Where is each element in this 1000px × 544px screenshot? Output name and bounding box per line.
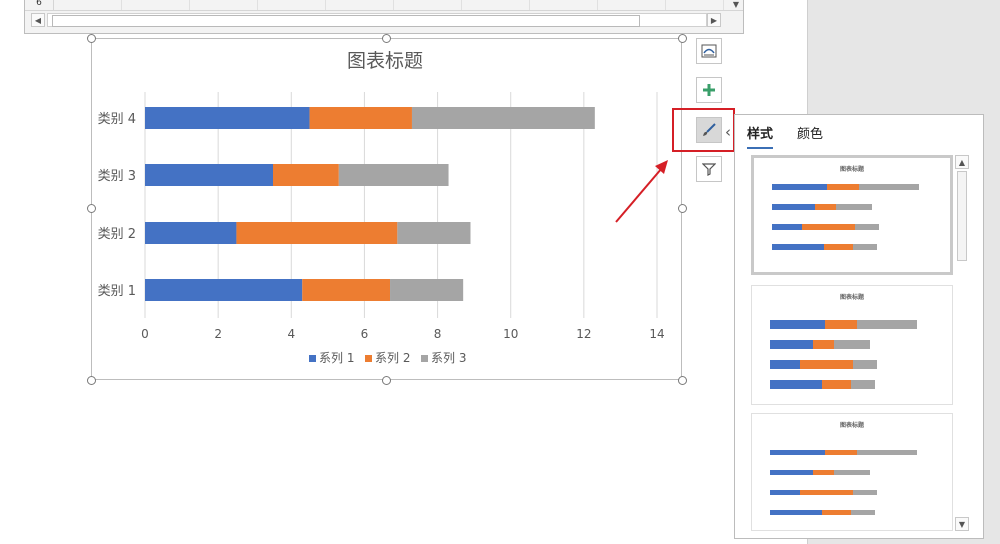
thumbnail-chart (770, 320, 917, 389)
bar-segment[interactable] (411, 107, 595, 129)
bar-segment[interactable] (145, 164, 273, 186)
bar-segment[interactable] (390, 279, 464, 301)
category-label: 类别 2 (98, 227, 136, 242)
legend-swatch (309, 355, 316, 362)
scroll-down-icon[interactable]: ▼ (955, 517, 969, 531)
thumbnail-chart (772, 184, 919, 250)
x-tick-label: 4 (287, 327, 295, 341)
style-thumbnail-2[interactable]: 图表标题 (751, 285, 953, 405)
plus-icon (703, 84, 715, 96)
x-tick-label: 8 (434, 327, 442, 341)
chart-filters-button[interactable] (696, 156, 722, 182)
legend-swatch (365, 355, 372, 362)
tab-color[interactable]: 颜色 (797, 123, 823, 149)
bar-segment[interactable] (309, 107, 412, 129)
x-tick-label: 2 (214, 327, 222, 341)
pane-vertical-scrollbar[interactable]: ▲ ▼ (955, 155, 969, 531)
bar-segment[interactable] (145, 222, 237, 244)
chevron-left-icon[interactable]: ‹ (725, 123, 731, 141)
bar-segment[interactable] (397, 222, 471, 244)
bar-segment[interactable] (338, 164, 449, 186)
bar-segment[interactable] (145, 107, 310, 129)
thumbnail-chart (770, 450, 917, 515)
x-tick-label: 12 (576, 327, 591, 341)
tab-style[interactable]: 样式 (747, 123, 774, 149)
bar-segment[interactable] (273, 164, 339, 186)
bar-segment[interactable] (302, 279, 391, 301)
chart-style-pane: 样式 颜色 图表标题 图表标题 图表标题 ▲ ▼ (734, 114, 984, 539)
scroll-up-icon[interactable]: ▲ (955, 155, 969, 169)
chart-elements-button[interactable] (696, 77, 722, 103)
pane-tabs: 样式 颜色 (747, 123, 823, 149)
x-tick-label: 0 (141, 327, 149, 341)
bar-segment[interactable] (145, 279, 303, 301)
filter-icon (702, 163, 716, 176)
x-tick-label: 6 (361, 327, 369, 341)
style-thumbnail-1[interactable]: 图表标题 (751, 155, 953, 275)
x-tick-label: 10 (503, 327, 518, 341)
layout-options-button[interactable] (696, 38, 722, 64)
legend-swatch (421, 355, 428, 362)
scroll-thumb[interactable] (957, 171, 967, 261)
legend-label: 系列 3 (431, 351, 466, 365)
bar-segment[interactable] (236, 222, 398, 244)
category-label: 类别 1 (98, 284, 136, 299)
legend-label: 系列 1 (319, 351, 354, 365)
category-label: 类别 4 (98, 112, 136, 127)
layout-options-icon (701, 44, 717, 58)
legend-label: 系列 2 (375, 351, 410, 365)
category-label: 类别 3 (98, 169, 136, 184)
x-tick-label: 14 (649, 327, 664, 341)
style-thumbnail-3[interactable]: 图表标题 (751, 413, 953, 531)
